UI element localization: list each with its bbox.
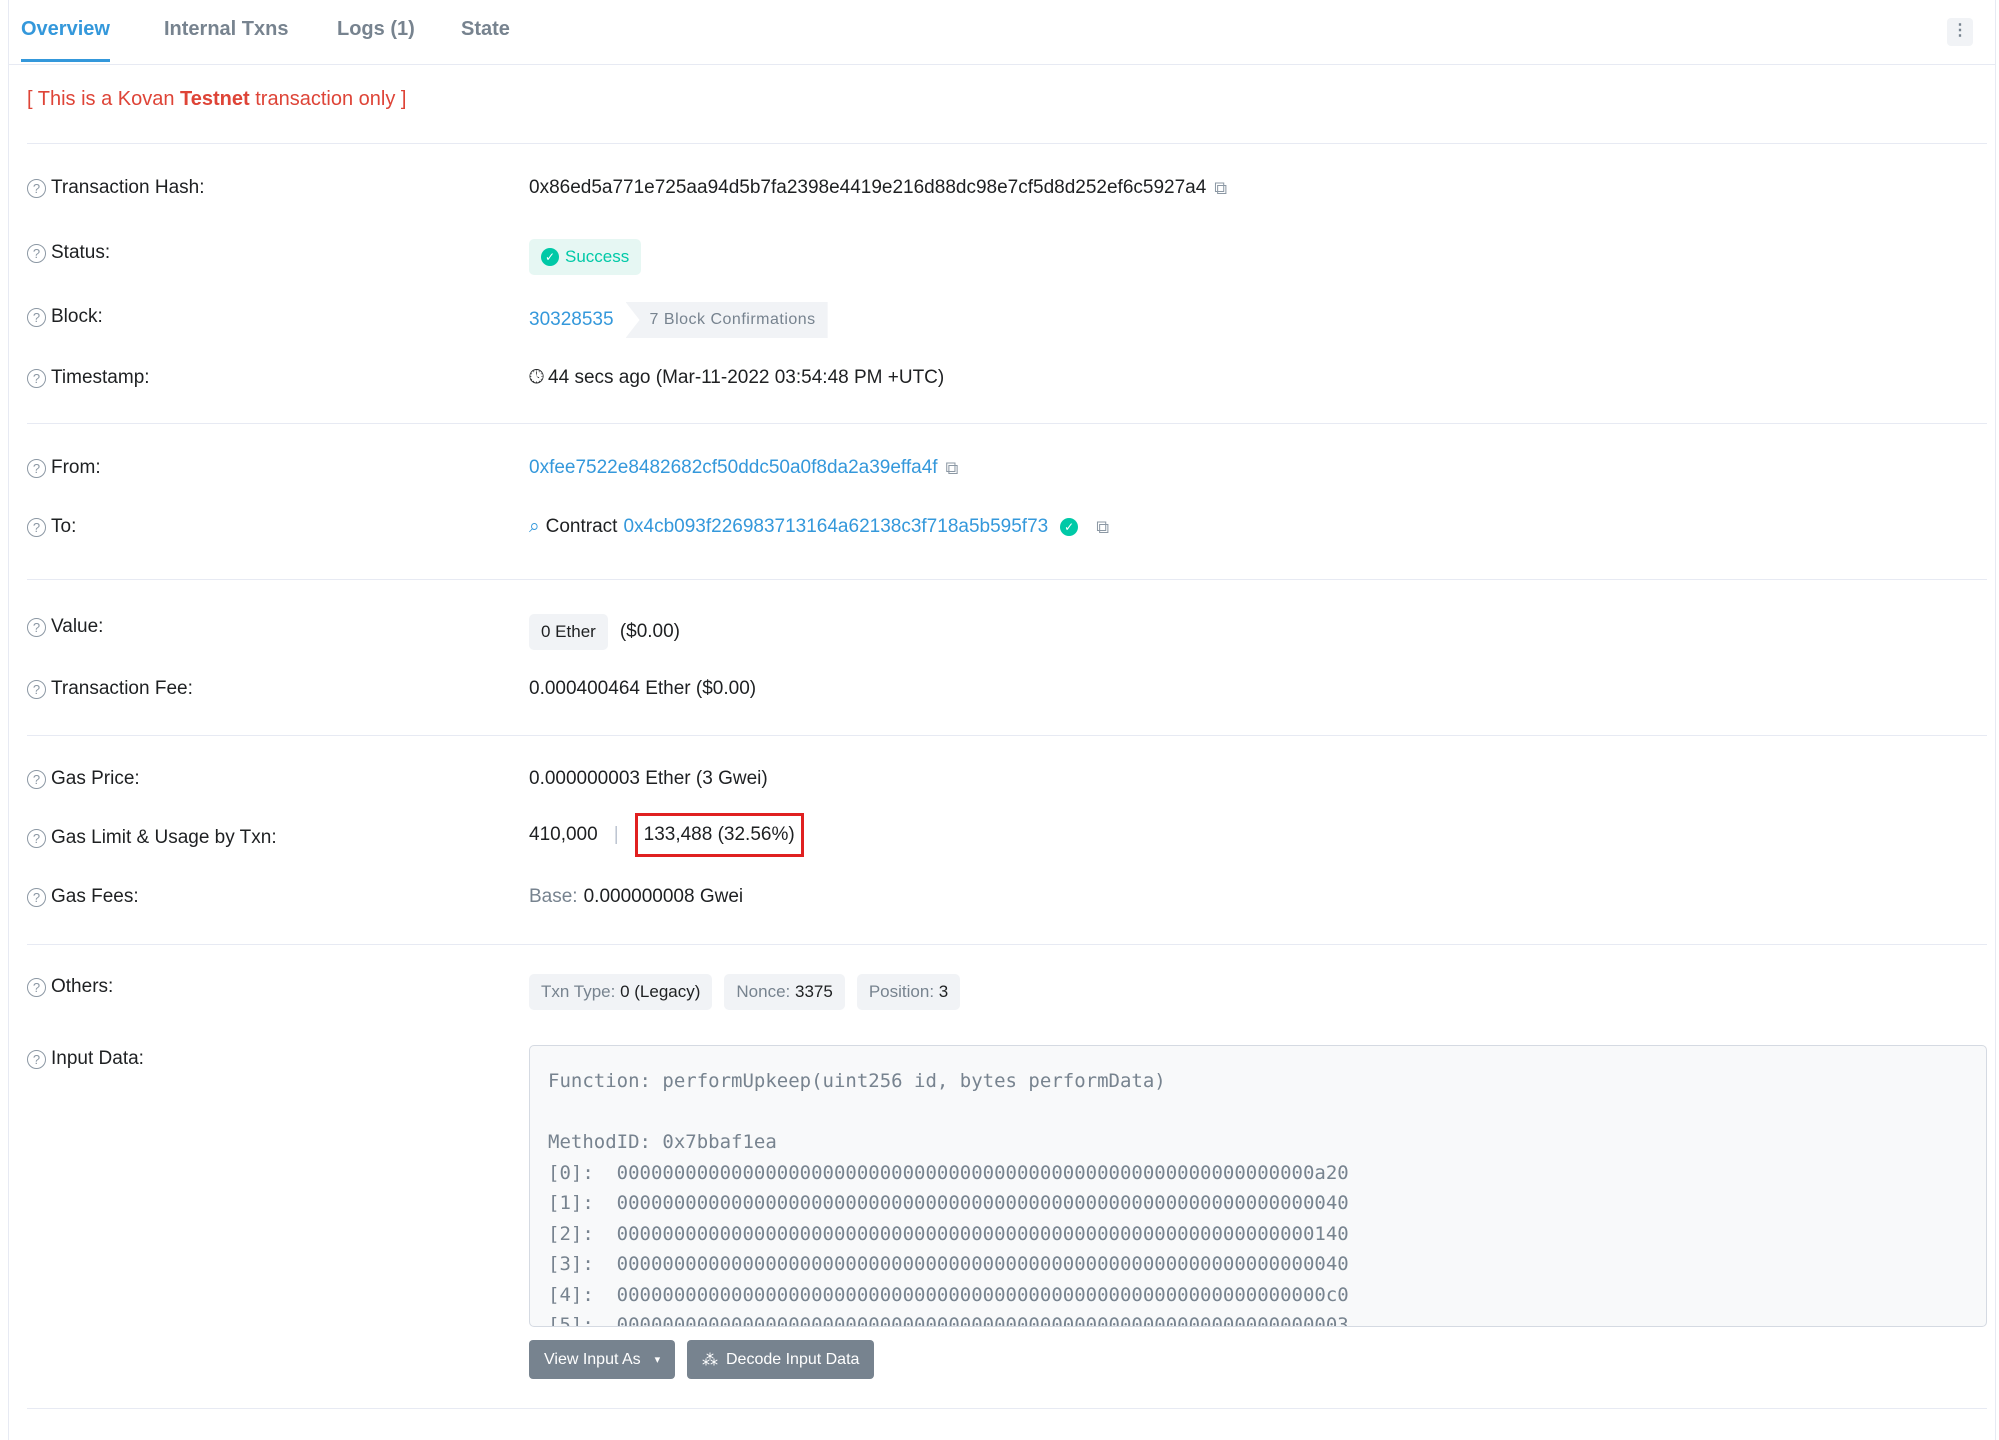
label: Gas Fees: (51, 886, 139, 907)
base-label: Base: (529, 886, 578, 907)
label: Gas Limit & Usage by Txn: (51, 827, 277, 848)
copy-icon[interactable]: ⧉ (946, 458, 959, 479)
help-icon[interactable]: ? (27, 517, 46, 537)
contract-label: Contract (545, 516, 618, 537)
txn-type-label: Txn Type: (541, 982, 616, 1001)
label: Timestamp: (51, 367, 150, 388)
help-icon[interactable]: ? (27, 307, 46, 327)
gas-price-value: 0.000000003 Ether (3 Gwei) (529, 768, 768, 789)
copy-icon[interactable]: ⧉ (1096, 517, 1109, 538)
position-value: 3 (938, 982, 949, 1001)
notice-bold: Testnet (180, 88, 250, 110)
timestamp-value: 44 secs ago (Mar-11-2022 03:54:48 PM +UT… (548, 367, 945, 388)
tab-overview[interactable]: Overview (21, 18, 110, 62)
cubes-icon: ⁂ (702, 1351, 718, 1369)
gas-usage-highlighted: 133,488 (32.56%) (634, 813, 804, 857)
clock-icon: 🕓︎ (529, 367, 545, 388)
confirmations-badge: 7 Block Confirmations (625, 302, 828, 338)
help-icon[interactable]: ? (27, 1049, 46, 1069)
nonce-value: 3375 (795, 982, 833, 1001)
nonce-label: Nonce: (736, 982, 791, 1001)
copy-icon[interactable]: ⧉ (1214, 178, 1227, 199)
help-icon[interactable]: ? (27, 458, 46, 478)
verified-check-icon: ✓ (1060, 518, 1079, 536)
txn-type-value: 0 (Legacy) (620, 982, 701, 1001)
position-pill: Position: 3 (856, 974, 961, 1010)
label: Status: (51, 242, 111, 263)
view-input-label: View Input As (544, 1350, 641, 1368)
more-options-icon[interactable]: ⋮ (1947, 18, 1973, 46)
help-icon[interactable]: ? (27, 617, 46, 637)
chevron-down-icon: ▾ (654, 1354, 661, 1366)
help-icon[interactable]: ? (27, 887, 46, 907)
txn-type-pill: Txn Type: 0 (Legacy) (529, 974, 713, 1010)
view-input-as-button[interactable]: View Input As ▾ (529, 1340, 676, 1379)
tab-internal-txns[interactable]: Internal Txns (164, 18, 288, 41)
label: Input Data: (51, 1048, 144, 1069)
help-icon[interactable]: ? (27, 977, 46, 997)
testnet-notice: [ This is a Kovan Testnet transaction on… (27, 88, 406, 111)
divider (27, 1408, 1987, 1409)
zoom-in-icon[interactable]: ⌕ (529, 516, 540, 538)
divider (27, 143, 1987, 144)
divider (27, 423, 1987, 424)
block-link[interactable]: 30328535 (529, 309, 614, 331)
input-data-textarea[interactable]: Function: performUpkeep(uint256 id, byte… (529, 1045, 1987, 1327)
base-fee-value: 0.000000008 Gwei (583, 886, 744, 907)
divider (27, 944, 1987, 945)
notice-text: [ This is a Kovan (27, 88, 181, 110)
to-address-link[interactable]: 0x4cb093f226983713164a62138c3f718a5b595f… (623, 516, 1048, 538)
notice-text-end: transaction only ] (249, 88, 407, 110)
position-label: Position: (868, 982, 935, 1001)
divider (27, 579, 1987, 580)
tab-bar: Overview Internal Txns Logs (1) State ⋮ (9, 0, 1995, 65)
tab-logs[interactable]: Logs (1) (337, 18, 415, 41)
label: Others: (51, 976, 114, 997)
label: Transaction Fee: (51, 678, 193, 699)
value-amount: 0 Ether (529, 614, 608, 650)
help-icon[interactable]: ? (27, 368, 46, 388)
fee-value: 0.000400464 Ether ($0.00) (529, 678, 757, 699)
tx-hash: 0x86ed5a771e725aa94d5b7fa2398e4419e216d8… (529, 177, 1207, 198)
value-usd: ($0.00) (619, 621, 681, 642)
nonce-pill: Nonce: 3375 (724, 974, 845, 1010)
decode-input-button[interactable]: ⁂ Decode Input Data (687, 1340, 875, 1379)
check-circle-icon: ✓ (541, 248, 559, 266)
label: From: (51, 457, 101, 478)
decode-label: Decode Input Data (726, 1350, 860, 1368)
status-badge: ✓ Success (529, 239, 642, 275)
transaction-card: Overview Internal Txns Logs (1) State ⋮ … (8, 0, 1996, 1440)
tab-state[interactable]: State (461, 18, 510, 41)
help-icon[interactable]: ? (27, 769, 46, 789)
help-icon[interactable]: ? (27, 243, 46, 263)
gas-limit: 410,000 (529, 824, 598, 845)
label: Transaction Hash: (51, 177, 205, 198)
help-icon[interactable]: ? (27, 178, 46, 198)
label: Value: (51, 616, 104, 637)
help-icon[interactable]: ? (27, 828, 46, 848)
separator: | (613, 824, 619, 845)
from-address-link[interactable]: 0xfee7522e8482682cf50ddc50a0f8da2a39effa… (529, 457, 938, 479)
status-text: Success (565, 247, 630, 266)
help-icon[interactable]: ? (27, 679, 46, 699)
label: To: (51, 516, 77, 537)
label: Block: (51, 306, 103, 327)
label: Gas Price: (51, 768, 140, 789)
divider (27, 735, 1987, 736)
